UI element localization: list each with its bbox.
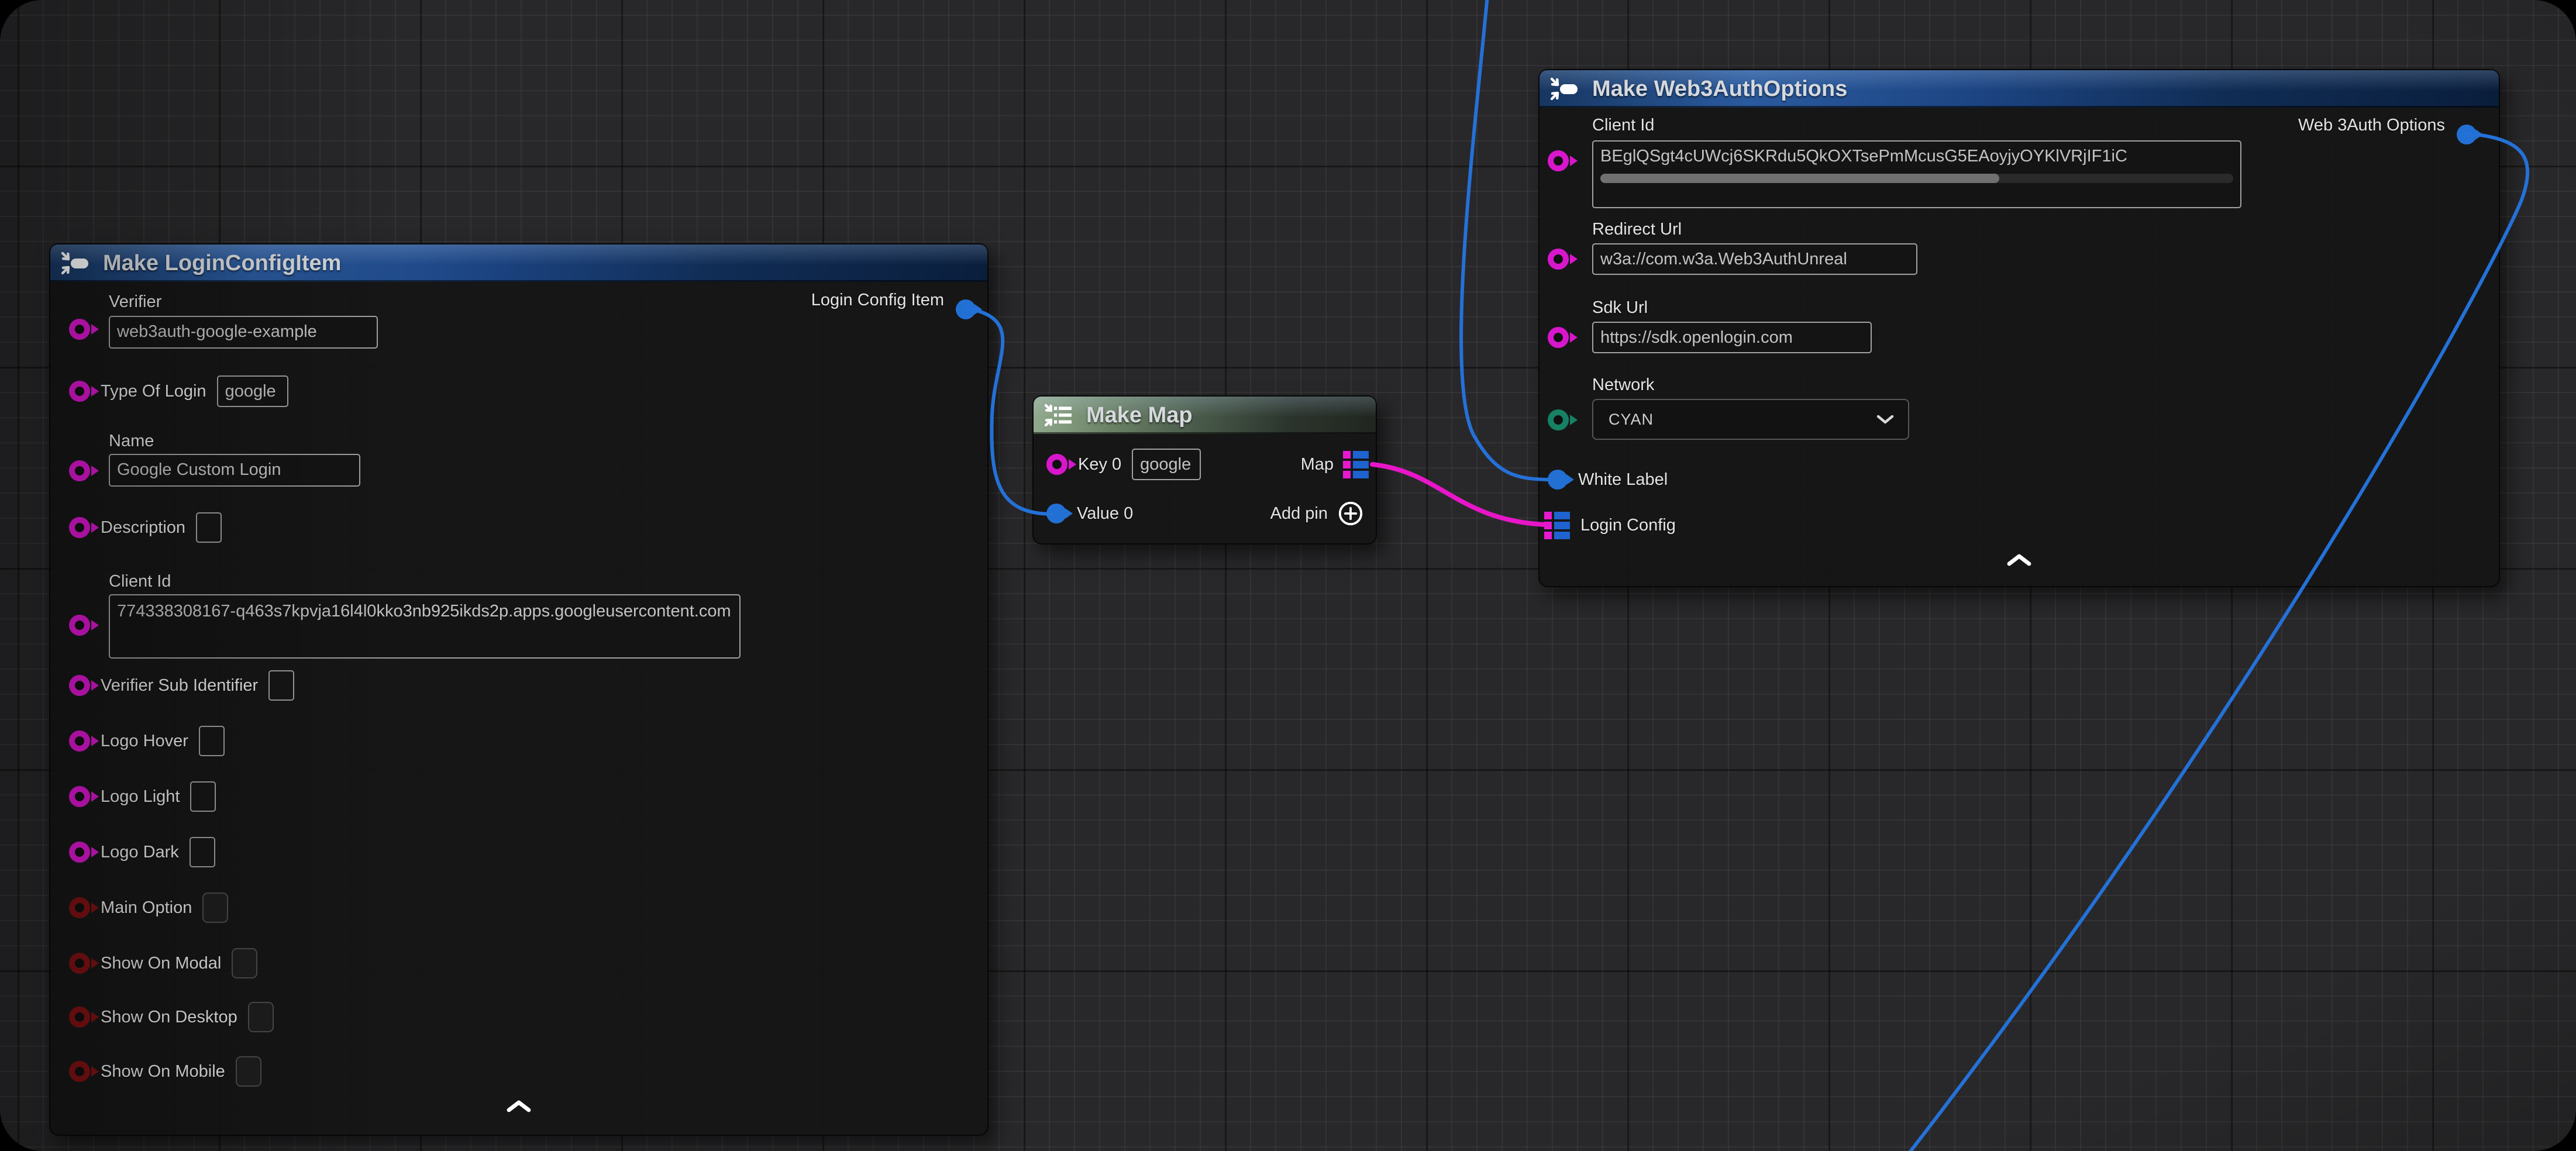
input-logo-dark[interactable] <box>190 837 215 867</box>
label-name: Name <box>109 432 154 451</box>
input-client-id[interactable]: BEglQSgt4cUWcj6SKRdu5QkOXTsePmMcusG5EAoy… <box>1592 140 2241 208</box>
pin-name[interactable] <box>69 460 90 481</box>
wire-map-to-loginconfig[interactable] <box>1372 464 1545 525</box>
node-header-make-map[interactable]: Make Map <box>1034 397 1376 434</box>
pin-sdk-url[interactable] <box>1548 327 1569 348</box>
label-white-label: White Label <box>1578 470 1668 490</box>
pin-key-0[interactable] <box>1046 454 1067 475</box>
add-pin-plus-icon <box>1337 500 1364 527</box>
label-network: Network <box>1592 375 1654 395</box>
network-dropdown[interactable]: CYAN <box>1592 399 1909 440</box>
label-map-output: Map <box>1301 455 1334 474</box>
pin-show-on-mobile[interactable] <box>69 1061 90 1082</box>
input-type-of-login[interactable]: google <box>217 375 288 407</box>
checkbox-show-on-modal[interactable] <box>232 948 257 978</box>
pin-verifier-sub-identifier[interactable] <box>69 675 90 696</box>
node-make-loginconfigitem[interactable]: Make LoginConfigItem Login Config Item V… <box>49 243 989 1136</box>
pin-white-label[interactable] <box>1548 470 1568 490</box>
label-show-on-mobile: Show On Mobile <box>101 1062 225 1081</box>
label-logo-light: Logo Light <box>101 787 180 807</box>
node-title: Make Map <box>1086 403 1193 428</box>
node-title: Make LoginConfigItem <box>103 251 341 276</box>
node-header-make-loginconfigitem[interactable]: Make LoginConfigItem <box>50 244 987 282</box>
pin-network[interactable] <box>1548 409 1569 430</box>
input-description[interactable] <box>196 512 222 543</box>
pin-logo-light[interactable] <box>69 786 90 807</box>
label-sdk-url: Sdk Url <box>1592 298 1648 318</box>
pin-client-id[interactable] <box>1548 150 1569 171</box>
checkbox-show-on-mobile[interactable] <box>236 1056 261 1087</box>
label-login-config: Login Config <box>1580 516 1676 535</box>
node-make-map[interactable]: Make Map Key 0 google Map Value 0 Add pi… <box>1032 395 1377 545</box>
input-redirect-url[interactable]: w3a://com.w3a.Web3AuthUnreal <box>1592 243 1917 275</box>
network-dropdown-value: CYAN <box>1609 411 1654 429</box>
input-scrollbar-thumb <box>1600 174 1999 183</box>
label-logo-hover: Logo Hover <box>101 732 188 751</box>
pin-main-option[interactable] <box>69 897 90 918</box>
make-map-container-icon <box>1043 403 1075 428</box>
output-web3auth-options: Web 3Auth Options <box>2298 116 2445 135</box>
label-client-id: Client Id <box>1592 116 1654 135</box>
label-description: Description <box>101 518 185 537</box>
add-pin-button[interactable]: Add pin <box>1270 500 1364 527</box>
node-make-web3authoptions[interactable]: Make Web3AuthOptions Web 3Auth Options C… <box>1538 69 2500 587</box>
input-client-id[interactable]: 774338308167-q463s7kpvja16l4l0kko3nb925i… <box>109 594 741 659</box>
pin-logo-hover[interactable] <box>69 730 90 752</box>
input-scrollbar-track[interactable] <box>1600 174 2233 183</box>
label-main-option: Main Option <box>101 898 192 918</box>
pin-show-on-desktop[interactable] <box>69 1007 90 1028</box>
dropdown-chevron-icon <box>1876 415 1894 424</box>
pin-map-output[interactable] <box>1343 451 1369 478</box>
input-verifier-sub-identifier[interactable] <box>268 670 294 701</box>
collapse-chevron-icon[interactable] <box>2006 553 2032 566</box>
pin-show-on-modal[interactable] <box>69 953 90 974</box>
label-value-0: Value 0 <box>1077 504 1133 523</box>
blueprint-graph-canvas[interactable]: Make LoginConfigItem Login Config Item V… <box>0 0 2576 1151</box>
input-verifier[interactable]: web3auth-google-example <box>109 316 378 349</box>
pin-description[interactable] <box>69 517 90 538</box>
input-key-0[interactable]: google <box>1132 449 1201 480</box>
input-logo-hover[interactable] <box>199 726 225 756</box>
pin-login-config[interactable] <box>1544 512 1570 539</box>
node-header-make-web3authoptions[interactable]: Make Web3AuthOptions <box>1540 70 2499 108</box>
pin-redirect-url[interactable] <box>1548 249 1569 270</box>
pin-type-of-login[interactable] <box>69 381 90 402</box>
checkbox-show-on-desktop[interactable] <box>248 1002 274 1032</box>
wire-offscreen-to-whitelabel[interactable] <box>1461 0 1549 480</box>
label-client-id: Client Id <box>109 572 171 591</box>
label-verifier-sub-identifier: Verifier Sub Identifier <box>101 676 258 695</box>
make-struct-icon <box>60 251 91 275</box>
label-show-on-desktop: Show On Desktop <box>101 1008 237 1027</box>
label-logo-dark: Logo Dark <box>101 843 179 862</box>
collapse-chevron-icon[interactable] <box>506 1100 532 1112</box>
label-show-on-modal: Show On Modal <box>101 954 221 973</box>
input-name[interactable]: Google Custom Login <box>109 454 360 487</box>
pin-client-id[interactable] <box>69 615 90 636</box>
label-redirect-url: Redirect Url <box>1592 220 1682 239</box>
pin-verifier[interactable] <box>69 319 90 340</box>
pin-logo-dark[interactable] <box>69 842 90 863</box>
label-type-of-login: Type Of Login <box>101 382 206 401</box>
label-key-0: Key 0 <box>1078 455 1121 474</box>
checkbox-main-option[interactable] <box>202 892 228 923</box>
make-struct-icon <box>1549 77 1580 101</box>
input-sdk-url[interactable]: https://sdk.openlogin.com <box>1592 322 1872 353</box>
label-verifier: Verifier <box>109 292 161 312</box>
input-logo-light[interactable] <box>190 781 216 812</box>
output-login-config-item: Login Config Item <box>811 291 944 310</box>
node-title: Make Web3AuthOptions <box>1592 77 1847 102</box>
